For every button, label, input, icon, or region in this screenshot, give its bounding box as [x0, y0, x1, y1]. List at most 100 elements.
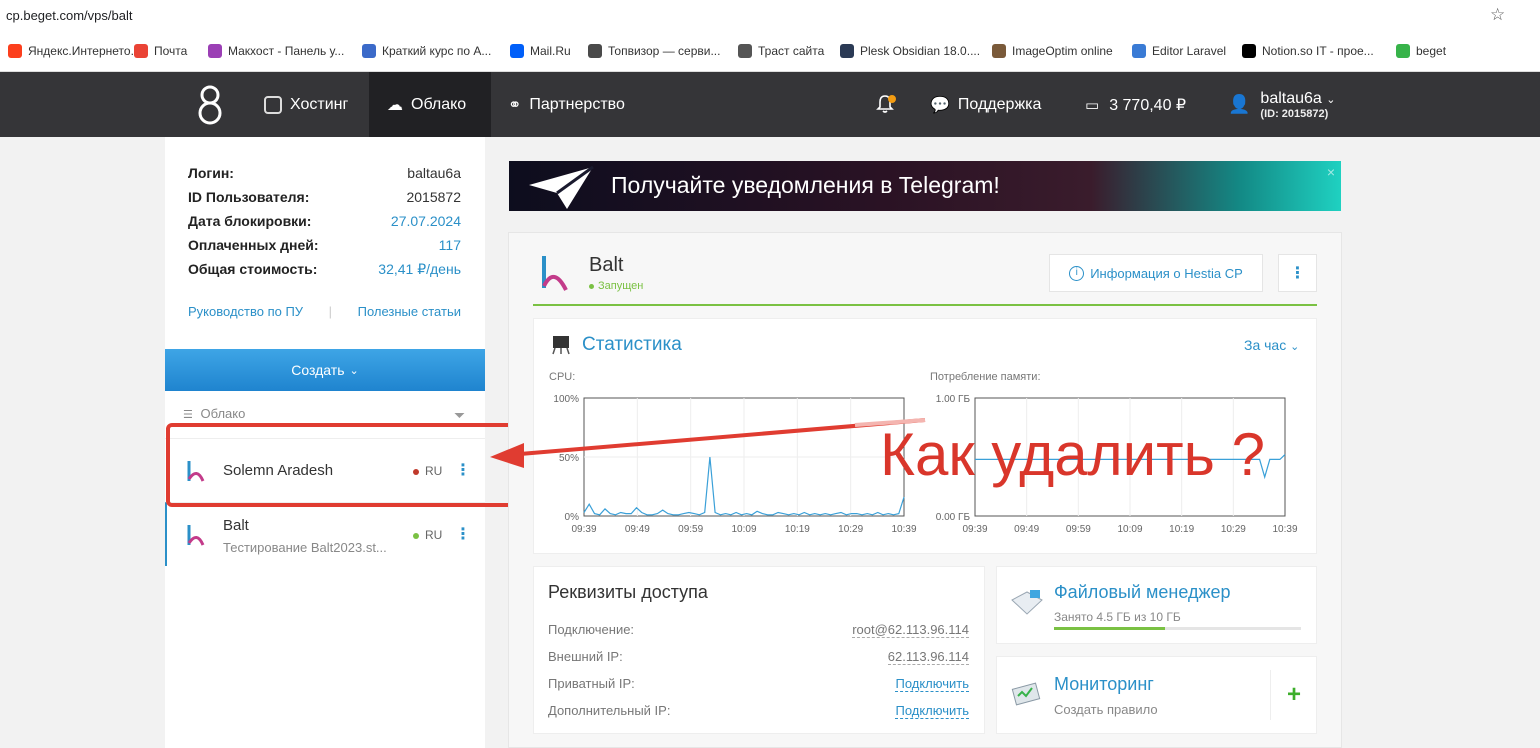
mail-icon — [510, 44, 524, 58]
account-key: Логин: — [188, 165, 234, 181]
server-item-balt[interactable]: Balt Тестирование Balt2023.st... RU ⋮ — [165, 502, 485, 566]
bookmark-item[interactable]: Макхост - Панель у... — [208, 44, 344, 58]
file-manager-card[interactable] — [996, 566, 1317, 644]
account-value[interactable]: 117 — [439, 237, 461, 253]
access-value[interactable]: 62.113.96.114 — [887, 649, 969, 665]
bookmark-item[interactable]: ImageOptim online — [992, 44, 1113, 58]
user-icon: 👤 — [1228, 94, 1251, 114]
access-title: Реквизиты доступа — [548, 582, 708, 602]
access-value[interactable]: root@62.113.96.114 — [852, 622, 969, 638]
bookmark-label: Notion.so IT - прое... — [1262, 44, 1374, 58]
account-row-login: Логин: baltau6a — [188, 165, 461, 181]
nav-partners[interactable]: ⚭ Партнерство — [508, 72, 625, 137]
bookmark-label: Plesk Obsidian 18.0.... — [860, 44, 981, 58]
create-label: Создать — [291, 362, 345, 378]
nav-partners-label: Партнерство — [529, 95, 625, 113]
x-tick-label: 09:49 — [1014, 524, 1039, 535]
bookmark-star-icon[interactable]: ☆ — [1490, 5, 1505, 25]
nav-cloud-label: Облако — [411, 95, 467, 113]
account-key: Оплаченных дней: — [188, 237, 319, 253]
nav-support[interactable]: 💬 Поддержка — [930, 72, 1041, 137]
x-tick-label: 09:39 — [571, 524, 596, 535]
user-menu[interactable]: 👤 baltau6a ⌄ (ID: 2015872) — [1228, 72, 1335, 137]
bookmark-item[interactable]: Plesk Obsidian 18.0.... — [840, 44, 980, 58]
account-row-paid-days: Оплаченных дней: 117 — [188, 237, 461, 253]
x-tick-label: 09:59 — [678, 524, 703, 535]
server-name: Balt — [223, 517, 249, 534]
bookmark-item[interactable]: Траст сайта — [738, 44, 824, 58]
period-dropdown[interactable]: За час ⌄ — [1244, 337, 1299, 353]
filter-icon[interactable]: ⏷ — [454, 407, 465, 424]
x-tick-label: 10:39 — [891, 524, 916, 535]
link-separator: | — [328, 304, 333, 319]
account-row-id: ID Пользователя: 2015872 — [188, 189, 461, 205]
bookmark-item[interactable]: Топвизор — серви... — [588, 44, 720, 58]
beget-logo[interactable] — [197, 84, 223, 126]
disk-usage-fill — [1054, 627, 1166, 630]
bookmark-label: Топвизор — серви... — [608, 44, 721, 58]
bookmark-item[interactable]: Editor Laravel — [1132, 44, 1226, 58]
file-manager-title[interactable]: Файловый менеджер — [1054, 582, 1231, 603]
rocket-icon — [362, 44, 376, 58]
bookmark-item[interactable]: Почта — [134, 44, 187, 58]
bookmarks-bar: Яндекс.Интернето... Почта Макхост - Панель… — [0, 32, 1540, 72]
monitoring-card[interactable] — [996, 656, 1317, 734]
create-rule-link[interactable]: Создать правило — [1054, 702, 1158, 717]
telegram-banner[interactable]: Получайте уведомления в Telegram! × — [509, 161, 1341, 211]
account-value[interactable]: 32,41 ₽/день — [378, 261, 461, 278]
trust-icon — [738, 44, 752, 58]
nav-hosting-label: Хостинг — [290, 95, 349, 113]
bookmark-label: Траст сайта — [758, 44, 825, 58]
cloud-icon: ☁ — [387, 96, 403, 114]
nav-cloud[interactable]: ☁ Облако — [369, 72, 491, 137]
guide-link[interactable]: Руководство по ПУ — [188, 304, 303, 319]
bookmark-item[interactable]: Notion.so IT - прое... — [1242, 44, 1374, 58]
handshake-icon: ⚭ — [508, 96, 522, 114]
nav-balance[interactable]: ▭ 3 770,40 ₽ — [1085, 72, 1186, 137]
connect-link[interactable]: Подключить — [895, 703, 969, 719]
statistics-title: Статистика — [582, 334, 682, 355]
info-icon: i — [1069, 265, 1085, 281]
topvisor-icon — [588, 44, 602, 58]
board-icon — [552, 336, 570, 355]
x-tick-label: 10:29 — [838, 524, 863, 535]
bookmark-item[interactable]: Mail.Ru — [510, 44, 571, 58]
bookmark-item[interactable]: beget — [1396, 44, 1446, 58]
account-key: ID Пользователя: — [188, 189, 310, 205]
close-icon[interactable]: × — [1327, 164, 1335, 180]
access-row-external-ip: Внешний IP: 62.113.96.114 — [548, 649, 969, 665]
monitor-icon — [1011, 682, 1041, 706]
access-row-private-ip: Приватный IP: Подключить — [548, 676, 969, 692]
vm-menu-button[interactable]: ⋮ — [1278, 254, 1317, 292]
status-line — [533, 304, 1317, 306]
y-tick-label: 0.00 ГБ — [936, 512, 971, 523]
articles-link[interactable]: Полезные статьи — [358, 304, 461, 319]
account-value[interactable]: 27.07.2024 — [391, 213, 461, 229]
create-button[interactable]: Создать ⌄ — [165, 349, 485, 391]
connect-link[interactable]: Подключить — [895, 676, 969, 692]
bookmark-item[interactable]: Яндекс.Интернето... — [8, 44, 141, 58]
x-tick-label: 10:19 — [785, 524, 810, 535]
vm-status-label: Запущен — [598, 280, 644, 292]
nav-hosting[interactable]: Хостинг — [262, 72, 348, 137]
monitoring-title[interactable]: Мониторинг — [1054, 674, 1154, 695]
bookmark-label: Макхост - Панель у... — [228, 44, 345, 58]
notification-dot — [888, 95, 896, 103]
server-icon — [264, 95, 282, 114]
vm-status: Запущен — [589, 280, 643, 292]
access-row-additional-ip: Дополнительный IP: Подключить — [548, 703, 969, 719]
bookmark-label: Краткий курс по А... — [382, 44, 492, 58]
x-tick-label: 10:29 — [1221, 524, 1246, 535]
bookmark-label: ImageOptim online — [1012, 44, 1113, 58]
url-text[interactable]: cp.beget.com/vps/balt — [6, 8, 132, 23]
vm-name: Balt — [589, 254, 624, 276]
disk-usage: Занято 4.5 ГБ из 10 ГБ — [1054, 610, 1181, 624]
server-menu-icon[interactable]: ⋮ — [455, 524, 471, 544]
section-label: Облако — [200, 406, 246, 421]
chevron-down-icon: ⌄ — [349, 364, 359, 377]
x-tick-label: 10:39 — [1272, 524, 1297, 535]
bookmark-item[interactable]: Краткий курс по А... — [362, 44, 491, 58]
x-tick-label: 09:39 — [962, 524, 987, 535]
add-rule-button[interactable]: + — [1270, 670, 1317, 720]
hestia-info-button[interactable]: i Информация о Hestia CP — [1049, 254, 1263, 292]
